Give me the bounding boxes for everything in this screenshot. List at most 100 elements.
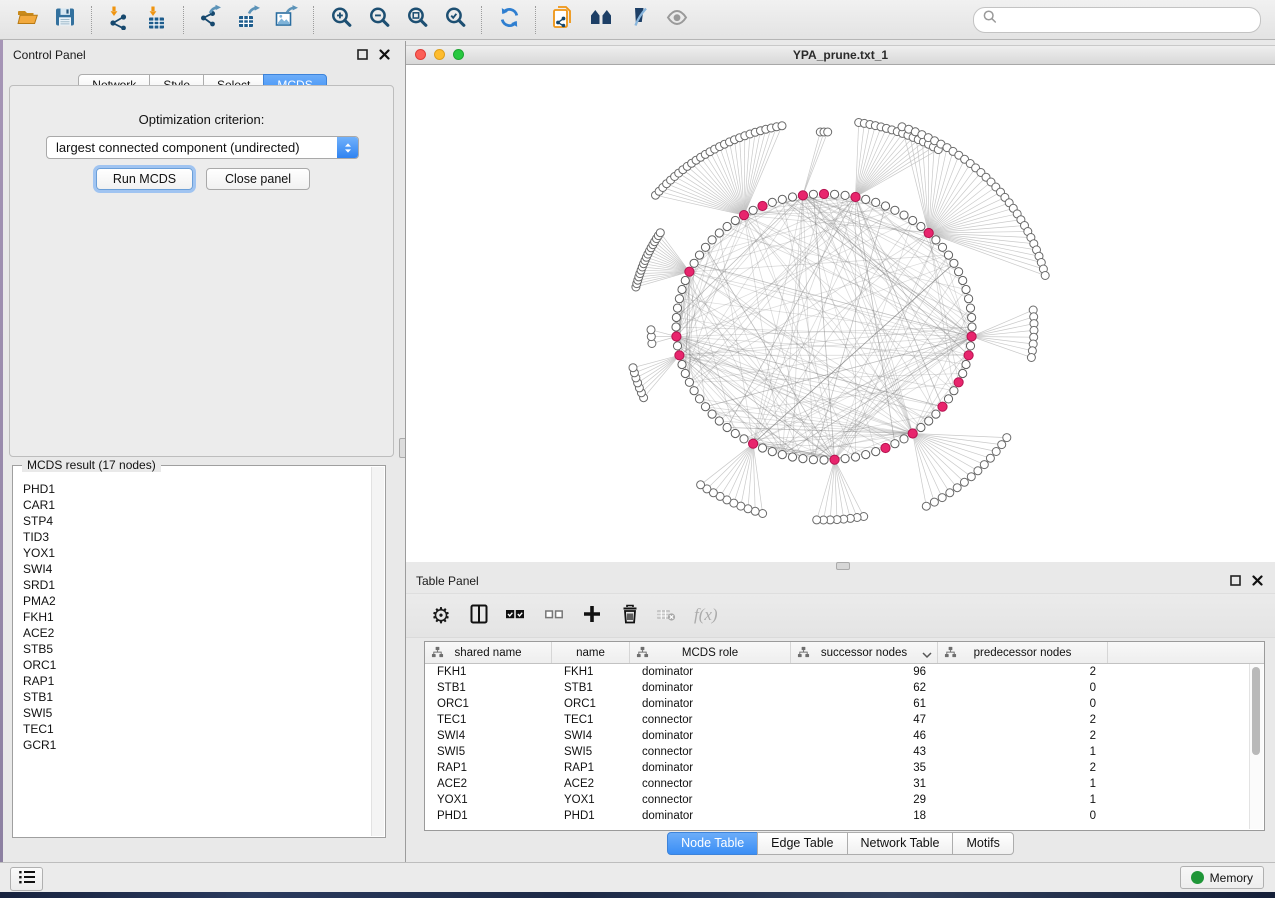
search-input[interactable] (998, 12, 1252, 28)
table-settings-button[interactable]: ⚙ (426, 602, 456, 630)
cell-shared_name[interactable]: SWI5 (425, 744, 552, 760)
cell-successor_nodes[interactable]: 61 (791, 696, 938, 712)
save-session-button[interactable] (46, 4, 84, 36)
column-header-shared-name[interactable]: shared name (425, 642, 552, 663)
import-table-button[interactable] (138, 4, 176, 36)
table-row[interactable]: ACE2ACE2connector311 (425, 776, 1264, 792)
memory-button[interactable]: Memory (1180, 866, 1264, 889)
result-list-item[interactable]: FKH1 (23, 609, 371, 625)
binoculars-button[interactable] (582, 4, 620, 36)
cell-predecessor_nodes[interactable]: 1 (938, 792, 1108, 808)
column-header-predecessor-nodes[interactable]: predecessor nodes (938, 642, 1108, 663)
cell-mcds_role[interactable]: connector (630, 776, 791, 792)
result-list-item[interactable]: TID3 (23, 529, 371, 545)
result-list-item[interactable]: GCR1 (23, 737, 371, 753)
export-image-button[interactable] (268, 4, 306, 36)
cell-name[interactable]: FKH1 (552, 664, 630, 680)
table-row[interactable]: FKH1FKH1dominator962 (425, 664, 1264, 680)
result-list-item[interactable]: STP4 (23, 513, 371, 529)
cell-predecessor_nodes[interactable]: 1 (938, 744, 1108, 760)
cell-predecessor_nodes[interactable]: 2 (938, 664, 1108, 680)
cell-mcds_role[interactable]: connector (630, 792, 791, 808)
network-graph[interactable] (406, 65, 1275, 562)
sort-chevron-down-icon[interactable] (922, 650, 932, 662)
cell-name[interactable]: STB1 (552, 680, 630, 696)
select-all-button[interactable] (500, 602, 530, 630)
zoom-selected-button[interactable] (436, 4, 474, 36)
tab-node-table[interactable]: Node Table (667, 832, 758, 855)
cell-name[interactable]: ORC1 (552, 696, 630, 712)
show-columns-button[interactable] (464, 602, 494, 630)
cell-shared_name[interactable]: ORC1 (425, 696, 552, 712)
criterion-select[interactable]: largest connected component (undirected) (46, 136, 359, 159)
result-list-scrollbar[interactable] (371, 467, 384, 836)
float-panel-icon[interactable] (357, 49, 368, 60)
cell-successor_nodes[interactable]: 62 (791, 680, 938, 696)
cell-shared_name[interactable]: FKH1 (425, 664, 552, 680)
result-list-item[interactable]: PMA2 (23, 593, 371, 609)
zoom-in-button[interactable] (322, 4, 360, 36)
table-row[interactable]: ORC1ORC1dominator610 (425, 696, 1264, 712)
cell-shared_name[interactable]: TEC1 (425, 712, 552, 728)
table-scrollbar-thumb[interactable] (1252, 667, 1260, 755)
network-canvas[interactable] (406, 65, 1275, 562)
cell-successor_nodes[interactable]: 29 (791, 792, 938, 808)
table-row[interactable]: YOX1YOX1connector291 (425, 792, 1264, 808)
network-window-titlebar[interactable]: YPA_prune.txt_1 (406, 45, 1275, 65)
cell-shared_name[interactable]: SWI4 (425, 728, 552, 744)
cell-predecessor_nodes[interactable]: 0 (938, 696, 1108, 712)
result-list-item[interactable]: TEC1 (23, 721, 371, 737)
cell-name[interactable]: YOX1 (552, 792, 630, 808)
column-header-successor-nodes[interactable]: successor nodes (791, 642, 938, 663)
cell-mcds_role[interactable]: dominator (630, 760, 791, 776)
result-list-item[interactable]: ACE2 (23, 625, 371, 641)
zoom-fit-button[interactable] (398, 4, 436, 36)
cell-successor_nodes[interactable]: 47 (791, 712, 938, 728)
cell-mcds_role[interactable]: connector (630, 744, 791, 760)
close-panel-button[interactable]: Close panel (206, 168, 310, 190)
tab-edge-table[interactable]: Edge Table (757, 832, 847, 855)
float-panel-icon[interactable] (1230, 575, 1241, 586)
cell-successor_nodes[interactable]: 18 (791, 808, 938, 824)
column-header-MCDS-role[interactable]: MCDS role (630, 642, 791, 663)
export-table-button[interactable] (230, 4, 268, 36)
export-network-button[interactable] (192, 4, 230, 36)
close-window-icon[interactable] (415, 49, 426, 60)
add-column-button[interactable] (577, 602, 607, 630)
close-panel-icon[interactable] (379, 49, 390, 60)
result-list-item[interactable]: STB1 (23, 689, 371, 705)
cell-mcds_role[interactable]: dominator (630, 808, 791, 824)
result-list-item[interactable]: RAP1 (23, 673, 371, 689)
minimize-window-icon[interactable] (434, 49, 445, 60)
graphics-details-button[interactable] (620, 4, 658, 36)
cell-predecessor_nodes[interactable]: 2 (938, 760, 1108, 776)
cell-predecessor_nodes[interactable]: 2 (938, 728, 1108, 744)
delete-column-button[interactable] (615, 602, 645, 630)
open-folder-button[interactable] (8, 4, 46, 36)
cell-mcds_role[interactable]: dominator (630, 664, 791, 680)
result-list-item[interactable]: SRD1 (23, 577, 371, 593)
cell-predecessor_nodes[interactable]: 1 (938, 776, 1108, 792)
automation-panel-button[interactable] (10, 867, 43, 891)
cell-mcds_role[interactable]: dominator (630, 680, 791, 696)
cell-shared_name[interactable]: PHD1 (425, 808, 552, 824)
cell-predecessor_nodes[interactable]: 0 (938, 808, 1108, 824)
import-network-button[interactable] (100, 4, 138, 36)
cell-successor_nodes[interactable]: 96 (791, 664, 938, 680)
cell-shared_name[interactable]: STB1 (425, 680, 552, 696)
cell-successor_nodes[interactable]: 46 (791, 728, 938, 744)
show-hide-view-button[interactable] (658, 4, 696, 36)
run-mcds-button[interactable]: Run MCDS (96, 168, 193, 190)
cell-successor_nodes[interactable]: 35 (791, 760, 938, 776)
zoom-out-button[interactable] (360, 4, 398, 36)
table-row[interactable]: RAP1RAP1dominator352 (425, 760, 1264, 776)
cell-predecessor_nodes[interactable]: 2 (938, 712, 1108, 728)
result-list-item[interactable]: YOX1 (23, 545, 371, 561)
cell-name[interactable]: SWI4 (552, 728, 630, 744)
cell-successor_nodes[interactable]: 31 (791, 776, 938, 792)
cell-shared_name[interactable]: RAP1 (425, 760, 552, 776)
tab-network-table[interactable]: Network Table (847, 832, 954, 855)
maximize-window-icon[interactable] (453, 49, 464, 60)
cell-name[interactable]: ACE2 (552, 776, 630, 792)
refresh-button[interactable] (490, 4, 528, 36)
